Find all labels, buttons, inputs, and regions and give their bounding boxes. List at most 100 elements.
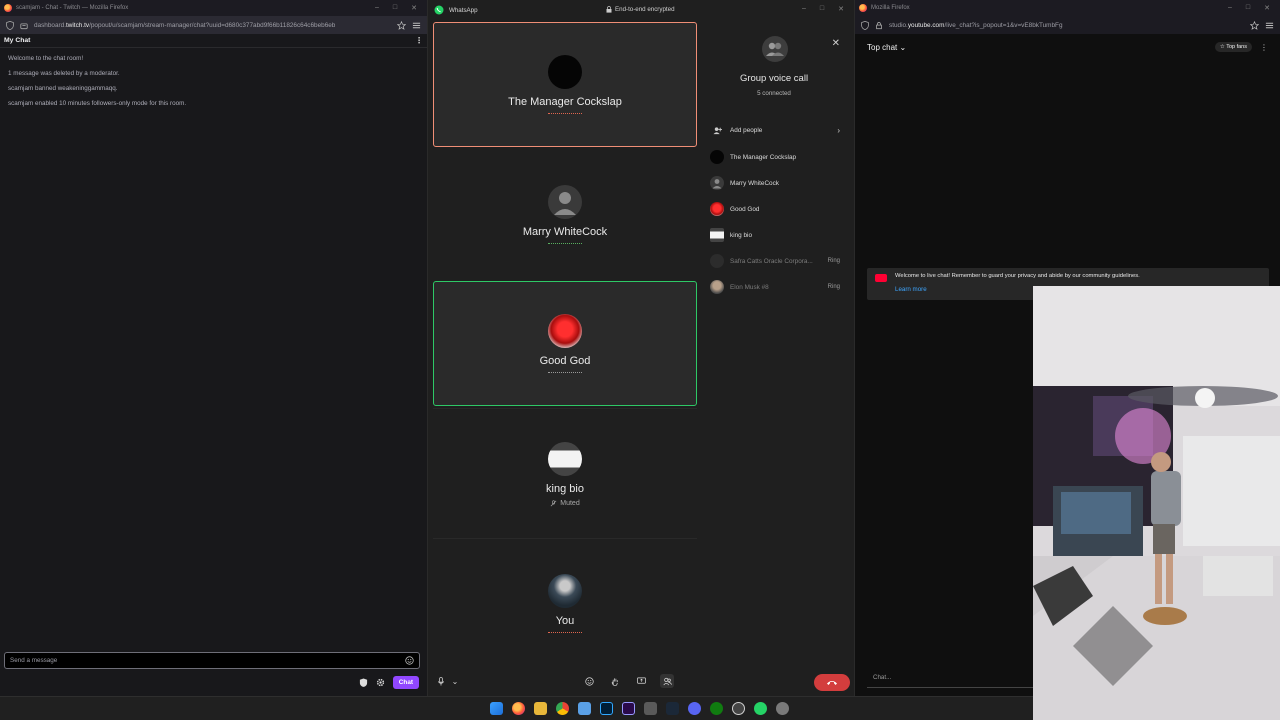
participant-list-item[interactable]: The Manager Cockslap bbox=[710, 150, 840, 164]
ring-button[interactable]: Ring bbox=[828, 258, 840, 264]
divider bbox=[433, 538, 697, 539]
participant-avatar bbox=[710, 254, 724, 268]
participant-list-name: Good God bbox=[730, 205, 760, 213]
more-options-icon[interactable]: ⋮ bbox=[1260, 43, 1268, 52]
chevron-right-icon: › bbox=[837, 125, 840, 135]
participant-tile[interactable]: Marry WhiteCock bbox=[433, 152, 697, 277]
learn-more-link[interactable]: Learn more bbox=[895, 286, 927, 293]
firefox-icon bbox=[4, 4, 12, 12]
whatsapp-logo-icon bbox=[434, 5, 444, 15]
webcam-image bbox=[1033, 286, 1280, 720]
more-options-icon[interactable]: ⋮ bbox=[415, 36, 423, 45]
permissions-icon[interactable] bbox=[20, 21, 28, 30]
minimize-icon[interactable]: – bbox=[1228, 4, 1232, 12]
participant-list-item[interactable]: Elon Musk #8 Ring bbox=[710, 280, 840, 294]
emote-picker-icon[interactable] bbox=[405, 656, 414, 665]
address-bar[interactable]: studio.youtube.com/live_chat?is_popout=1… bbox=[855, 16, 1280, 34]
youtube-icon bbox=[875, 274, 887, 282]
windows-start-icon[interactable] bbox=[490, 702, 503, 715]
lock-icon[interactable] bbox=[875, 21, 883, 30]
window-controls[interactable]: – □ ✕ bbox=[1228, 4, 1280, 12]
chat-send-button[interactable]: Chat bbox=[392, 676, 419, 689]
microphone-icon[interactable] bbox=[434, 674, 448, 688]
participant-tile[interactable]: The Manager Cockslap bbox=[433, 22, 697, 147]
maximize-icon[interactable]: □ bbox=[1246, 4, 1250, 12]
audio-level-indicator bbox=[548, 631, 582, 634]
participants-icon[interactable] bbox=[660, 674, 674, 688]
chat-mode-dropdown[interactable]: Top chat ⌄ bbox=[867, 43, 906, 52]
window-controls[interactable]: – □ ✕ bbox=[375, 4, 427, 12]
notice-text: Welcome to live chat! Remember to guard … bbox=[895, 273, 1140, 279]
chrome-icon[interactable] bbox=[556, 702, 569, 715]
participant-avatar bbox=[710, 280, 724, 294]
lock-icon bbox=[606, 6, 612, 13]
encryption-label: End-to-end encrypted bbox=[615, 6, 675, 13]
whatsapp-icon[interactable] bbox=[754, 702, 767, 715]
participant-tile-self[interactable]: You bbox=[433, 541, 697, 666]
participant-list-item[interactable]: king bio bbox=[710, 228, 840, 242]
participant-name: Marry WhiteCock bbox=[522, 225, 608, 238]
end-call-button[interactable] bbox=[814, 674, 850, 691]
menu-icon[interactable] bbox=[1265, 21, 1274, 30]
menu-icon[interactable] bbox=[412, 21, 421, 30]
chat-message: scamjam enabled 10 minutes followers-onl… bbox=[8, 100, 187, 107]
chat-settings-gear-icon[interactable] bbox=[376, 678, 385, 687]
whatsapp-title-bar: WhatsApp End-to-end encrypted – □ ✕ bbox=[428, 0, 854, 20]
participant-list-item[interactable]: Safra Catts Oracle Corpora... Ring bbox=[710, 254, 840, 268]
participant-tile[interactable]: Good God bbox=[433, 281, 697, 406]
call-title: Group voice call bbox=[739, 73, 809, 84]
minimize-icon[interactable]: – bbox=[375, 4, 379, 12]
send-message-input[interactable]: Send a message bbox=[4, 652, 420, 669]
file-explorer-icon[interactable] bbox=[534, 702, 547, 715]
close-icon[interactable]: ✕ bbox=[838, 5, 844, 13]
ring-button[interactable]: Ring bbox=[828, 284, 840, 290]
window-title: scamjam - Chat - Twitch — Mozilla Firefo… bbox=[16, 5, 129, 11]
chat-message: scamjam banned weakeninggammaqq. bbox=[8, 85, 118, 92]
close-icon[interactable]: ✕ bbox=[1264, 4, 1270, 12]
bookmark-star-icon[interactable] bbox=[397, 20, 406, 30]
url-text[interactable]: studio.youtube.com/live_chat?is_popout=1… bbox=[889, 22, 1244, 29]
shield-icon[interactable] bbox=[6, 20, 14, 30]
emoji-reaction-icon[interactable] bbox=[582, 674, 596, 688]
window-controls[interactable]: – □ ✕ bbox=[802, 5, 844, 13]
powertoys-icon[interactable] bbox=[732, 702, 745, 715]
close-panel-icon[interactable]: ✕ bbox=[832, 38, 840, 49]
minimize-icon[interactable]: – bbox=[802, 5, 806, 13]
hang-up-icon bbox=[827, 681, 837, 685]
participant-name: The Manager Cockslap bbox=[508, 95, 622, 108]
raise-hand-icon[interactable] bbox=[608, 674, 622, 688]
group-avatar-icon bbox=[762, 36, 788, 62]
top-fans-button[interactable]: ☆ Top fans bbox=[1214, 42, 1252, 52]
add-people-button[interactable]: Add people › bbox=[710, 123, 840, 137]
address-bar[interactable]: dashboard.twitch.tv/popout/u/scamjam/str… bbox=[0, 16, 427, 34]
steam-icon[interactable] bbox=[666, 702, 679, 715]
bookmark-star-icon[interactable] bbox=[1250, 20, 1259, 30]
shield-icon[interactable] bbox=[861, 20, 869, 30]
firefox-icon[interactable] bbox=[512, 702, 525, 715]
divider bbox=[433, 408, 697, 409]
add-people-label: Add people bbox=[730, 126, 763, 134]
participant-tile[interactable]: king bio Muted bbox=[433, 412, 697, 537]
participant-list-item[interactable]: Marry WhiteCock bbox=[710, 176, 840, 190]
chevron-down-icon[interactable]: ⌄ bbox=[448, 674, 462, 688]
xbox-icon[interactable] bbox=[710, 702, 723, 715]
discord-icon[interactable] bbox=[688, 702, 701, 715]
audio-level-indicator bbox=[548, 242, 582, 245]
notepad-icon[interactable] bbox=[578, 702, 591, 715]
screen-share-icon[interactable] bbox=[634, 674, 648, 688]
mod-shield-icon[interactable] bbox=[359, 678, 368, 687]
encryption-notice: End-to-end encrypted bbox=[606, 6, 675, 13]
photoshop-icon[interactable] bbox=[600, 702, 613, 715]
chat-input[interactable]: Chat... bbox=[867, 674, 1037, 688]
maximize-icon[interactable]: □ bbox=[820, 5, 824, 13]
muted-status: Muted bbox=[550, 500, 580, 507]
participant-list-item[interactable]: Good God bbox=[710, 202, 840, 216]
url-text[interactable]: dashboard.twitch.tv/popout/u/scamjam/str… bbox=[34, 22, 391, 29]
close-icon[interactable]: ✕ bbox=[411, 4, 417, 12]
avatar bbox=[548, 54, 582, 89]
calculator-icon[interactable] bbox=[644, 702, 657, 715]
maximize-icon[interactable]: □ bbox=[393, 4, 397, 12]
premiere-icon[interactable] bbox=[622, 702, 635, 715]
settings-icon[interactable] bbox=[776, 702, 789, 715]
participant-avatar bbox=[710, 202, 724, 216]
